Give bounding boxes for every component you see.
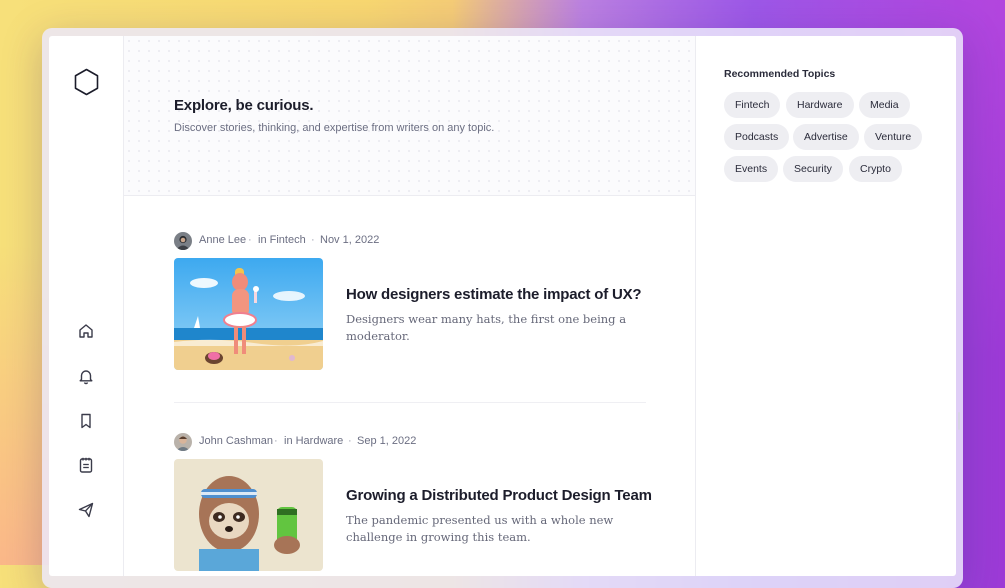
separator-dot: · <box>311 234 315 246</box>
article-thumbnail[interactable] <box>174 459 323 571</box>
avatar[interactable] <box>174 232 192 250</box>
recommended-topics-panel: Recommended Topics Fintech Hardware Medi… <box>696 36 956 576</box>
article-card[interactable]: John Cashman · in Hardware · Sep 1, 2022 <box>174 433 652 574</box>
topic-chip-venture[interactable]: Venture <box>864 124 923 150</box>
hexagon-logo-icon[interactable] <box>74 68 99 96</box>
article-topic[interactable]: in Fintech <box>258 234 306 246</box>
separator-dot: · <box>248 234 252 246</box>
panel-title: Recommended Topics <box>724 68 836 80</box>
topic-chip-media[interactable]: Media <box>859 92 910 118</box>
article-title[interactable]: How designers estimate the impact of UX? <box>346 286 642 303</box>
article-date: Sep 1, 2022 <box>357 435 417 447</box>
divider <box>174 402 646 403</box>
author-name[interactable]: Anne Lee <box>199 234 246 246</box>
send-icon[interactable] <box>77 501 95 519</box>
scrollbar[interactable] <box>958 412 960 430</box>
page-subtitle: Discover stories, thinking, and expertis… <box>174 122 495 134</box>
bell-icon[interactable] <box>77 367 95 385</box>
article-topic[interactable]: in Hardware <box>284 435 343 447</box>
article-title[interactable]: Growing a Distributed Product Design Tea… <box>346 487 652 504</box>
topic-chip-podcasts[interactable]: Podcasts <box>724 124 790 150</box>
topic-chip-events[interactable]: Events <box>724 156 779 182</box>
separator-dot: · <box>274 435 278 447</box>
topic-chip-advertise[interactable]: Advertise <box>793 124 859 150</box>
bookmark-icon[interactable] <box>77 412 95 430</box>
topic-chip-hardware[interactable]: Hardware <box>786 92 854 118</box>
main-feed: Explore, be curious. Discover stories, t… <box>124 36 696 576</box>
home-icon[interactable] <box>77 322 95 340</box>
notepad-icon[interactable] <box>77 456 95 474</box>
author-name[interactable]: John Cashman <box>199 435 273 447</box>
article-thumbnail[interactable] <box>174 258 323 370</box>
article-description: The pandemic presented us with a whole n… <box>346 513 614 544</box>
separator-dot: · <box>348 435 352 447</box>
article-card[interactable]: Anne Lee · in Fintech · Nov 1, 2022 How … <box>174 232 646 373</box>
topic-chip-fintech[interactable]: Fintech <box>724 92 781 118</box>
page-title: Explore, be curious. <box>174 97 314 114</box>
avatar[interactable] <box>174 433 192 451</box>
app-window: Explore, be curious. Discover stories, t… <box>49 36 956 576</box>
article-description: Designers wear many hats, the first one … <box>346 312 627 343</box>
topic-chip-crypto[interactable]: Crypto <box>849 156 902 182</box>
hero-banner: Explore, be curious. Discover stories, t… <box>124 36 695 196</box>
sidebar <box>49 36 124 576</box>
article-date: Nov 1, 2022 <box>320 234 380 246</box>
topic-chip-security[interactable]: Security <box>783 156 843 182</box>
